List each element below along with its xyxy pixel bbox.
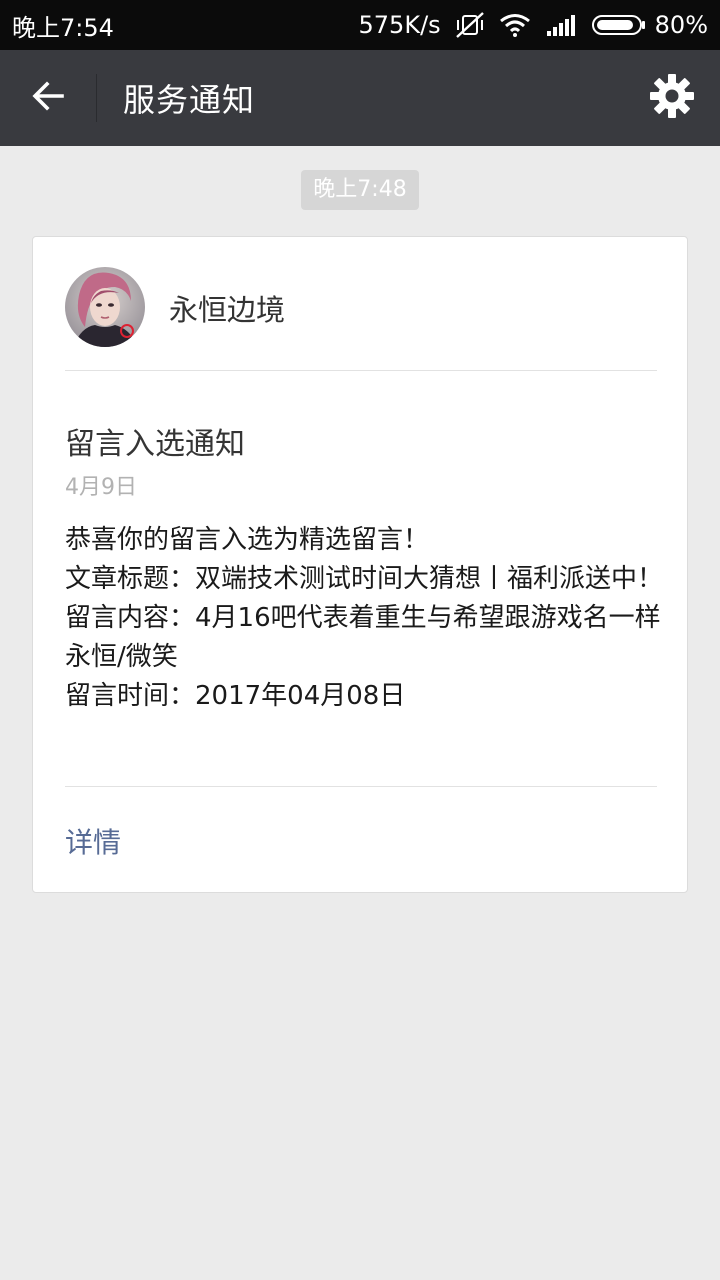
- details-link[interactable]: 详情: [65, 821, 121, 861]
- back-button[interactable]: [0, 50, 96, 146]
- body-line-comment-content: 留言内容：4月16吧代表着重生与希望跟游戏名一样永恒/微笑: [65, 603, 661, 672]
- signal-icon: [545, 13, 577, 37]
- notice-title: 留言入选通知: [65, 427, 245, 462]
- body-line-comment-time: 留言时间：2017年04月08日: [65, 681, 406, 711]
- body-line-article-title: 文章标题：双端技术测试时间大猜想丨福利派送中！: [65, 564, 664, 594]
- mute-vibrate-icon: [455, 11, 485, 39]
- message-time-wrap: 晚上7:48: [0, 170, 720, 210]
- message-time: 晚上7:48: [301, 170, 419, 210]
- status-time: 晚上7:54: [12, 13, 114, 42]
- wifi-icon: [499, 13, 531, 37]
- sender-name: 永恒边境: [169, 293, 286, 327]
- battery-icon: [591, 13, 647, 37]
- card-header[interactable]: 永恒边境: [65, 267, 657, 371]
- avatar[interactable]: [65, 267, 145, 347]
- header-divider: [96, 74, 97, 122]
- battery-percent: 80%: [654, 11, 708, 39]
- settings-button[interactable]: [624, 50, 720, 146]
- notice-date: 4月9日: [65, 475, 137, 500]
- net-speed: 575K/s: [358, 11, 441, 39]
- nav-header: 服务通知: [0, 50, 720, 146]
- gear-icon: [649, 73, 695, 123]
- notice-body: 恭喜你的留言入选为精选留言！ 文章标题：双端技术测试时间大猜想丨福利派送中！ 留…: [65, 521, 665, 716]
- status-indicators: 575K/s 80%: [359, 11, 708, 39]
- status-bar: 晚上7:54 575K/s 80%: [0, 0, 720, 50]
- arrow-left-icon: [30, 78, 66, 118]
- page-title: 服务通知: [123, 81, 256, 119]
- header-divider-line: [65, 370, 657, 371]
- notification-card[interactable]: 永恒边境 留言入选通知 4月9日 恭喜你的留言入选为精选留言！ 文章标题：双端技…: [32, 236, 688, 893]
- body-line-congrats: 恭喜你的留言入选为精选留言！: [65, 525, 430, 555]
- footer-divider-line: [65, 786, 657, 787]
- battery: 80%: [591, 11, 708, 39]
